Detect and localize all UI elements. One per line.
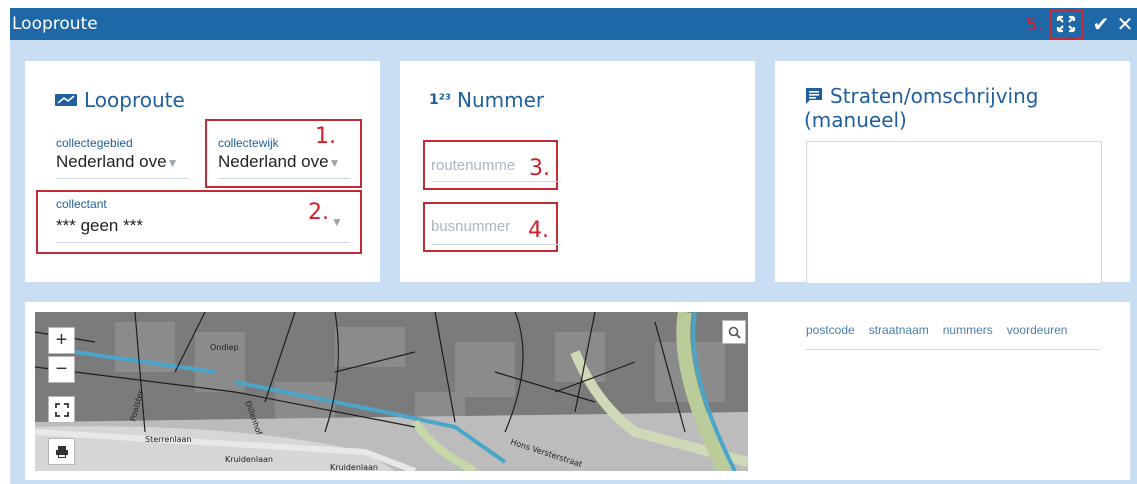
card-straten-title-line1: Straten/omschrijving — [830, 84, 1039, 108]
card-straten-title: Straten/omschrijving (manueel) — [804, 84, 1039, 132]
window-controls: 5. ✔ ✕ — [1026, 8, 1137, 40]
print-button[interactable] — [48, 438, 75, 465]
card-looproute-title: Looproute — [54, 88, 185, 112]
annotation-3: 3. — [529, 156, 550, 181]
map-tiles: Ondiep Sterrenlaan Kruidenlaan Kruidenla… — [35, 312, 748, 471]
street-label: Kruidenlaan — [330, 463, 378, 471]
close-button[interactable]: ✕ — [1113, 12, 1137, 37]
zoom-in-button[interactable]: + — [48, 327, 75, 354]
routenummer-input[interactable]: routenumme — [431, 157, 515, 174]
card-straten-title-line2: (manueel) — [804, 108, 907, 132]
map-search-button[interactable] — [722, 320, 746, 344]
straten-textarea[interactable] — [806, 141, 1102, 284]
chevron-down-icon: ▼ — [166, 156, 179, 170]
column-voordeuren[interactable]: voordeuren — [1007, 323, 1068, 337]
fullscreen-icon — [54, 402, 69, 417]
routenummer-underline — [431, 181, 561, 182]
search-icon — [728, 326, 741, 339]
collectant-value: *** geen *** — [56, 216, 143, 235]
busnummer-input[interactable]: busnummer — [431, 218, 510, 235]
table-header: postcode straatnaam nummers voordeuren — [806, 323, 1100, 350]
expand-icon — [1056, 15, 1076, 33]
card-nummer-title-text: Nummer — [457, 88, 545, 112]
chevron-down-icon: ▼ — [331, 215, 343, 229]
map-icon — [54, 92, 78, 108]
column-nummers[interactable]: nummers — [943, 323, 993, 337]
window-titlebar: Looproute 5. ✔ ✕ — [10, 8, 1137, 40]
busnummer-underline — [431, 244, 561, 245]
card-nummer-title: 1²³ Nummer — [429, 88, 544, 112]
map-view[interactable]: Ondiep Sterrenlaan Kruidenlaan Kruidenla… — [35, 312, 748, 471]
collectegebied-label: collectegebied — [56, 136, 133, 150]
close-icon: ✕ — [1116, 13, 1134, 36]
check-icon: ✔ — [1092, 13, 1110, 36]
fullscreen-button[interactable] — [48, 396, 75, 423]
confirm-button[interactable]: ✔ — [1089, 12, 1113, 37]
collectegebied-value: Nederland ove — [56, 152, 167, 171]
street-label: Ondiep — [210, 343, 239, 352]
street-label: Kruidenlaan — [225, 455, 273, 464]
collectant-label: collectant — [56, 197, 107, 211]
numbers-icon: 1²³ — [429, 92, 452, 108]
zoom-out-button[interactable]: − — [48, 356, 75, 383]
comment-icon — [804, 86, 824, 106]
collectegebied-field[interactable]: collectegebied Nederland ove▼ — [56, 136, 188, 179]
print-icon — [55, 445, 68, 458]
column-straatnaam[interactable]: straatnaam — [869, 323, 929, 337]
collectewijk-value: Nederland ove — [218, 152, 329, 171]
column-postcode[interactable]: postcode — [806, 323, 855, 337]
chevron-down-icon: ▼ — [328, 156, 341, 170]
collectewijk-label: collectewijk — [218, 136, 279, 150]
annotation-5: 5. — [1025, 13, 1043, 35]
window-title: Looproute — [12, 14, 98, 34]
collectewijk-field[interactable]: collectewijk Nederland ove▼ — [218, 136, 350, 179]
maximize-button[interactable] — [1049, 9, 1083, 39]
collectant-field[interactable]: collectant *** geen *** — [56, 197, 350, 243]
annotation-4: 4. — [528, 218, 549, 243]
card-looproute-title-text: Looproute — [84, 88, 185, 112]
street-label: Sterrenlaan — [145, 435, 192, 444]
